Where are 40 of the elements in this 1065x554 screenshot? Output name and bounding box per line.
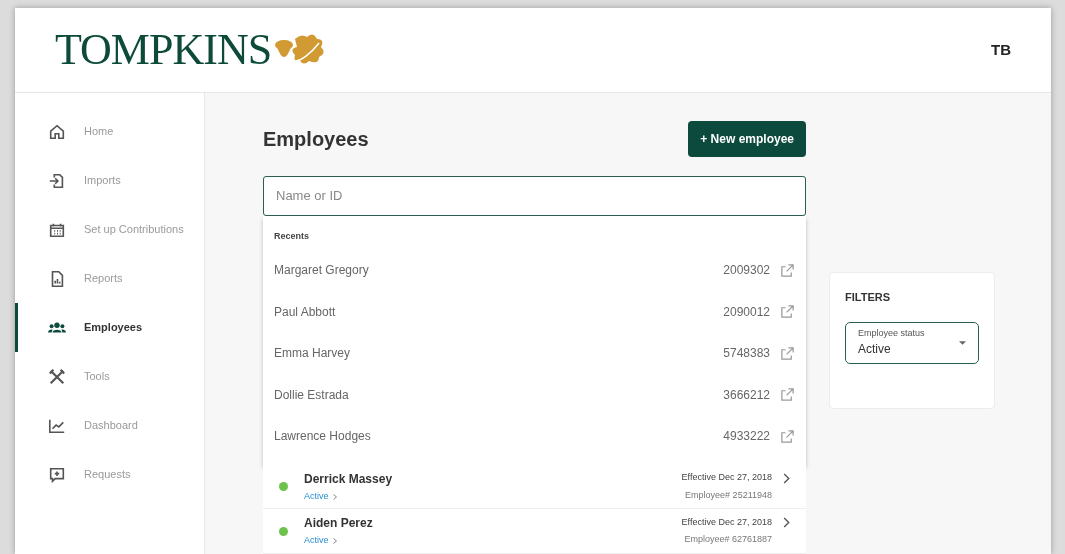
dropdown-caret-icon bbox=[959, 340, 966, 345]
user-initials[interactable]: TB bbox=[991, 38, 1011, 62]
home-icon bbox=[48, 122, 66, 141]
chevron-right-icon bbox=[332, 493, 337, 500]
recent-employee-name[interactable]: Margaret Gregory bbox=[274, 261, 724, 280]
logo-wordmark: TOMPKINS bbox=[55, 28, 272, 72]
employee-name[interactable]: Aiden Perez bbox=[304, 514, 682, 533]
employee-id: 2009302 bbox=[723, 262, 770, 280]
external-link-icon[interactable] bbox=[780, 387, 795, 403]
external-link-icon[interactable] bbox=[780, 262, 795, 278]
employee-id: 5748383 bbox=[723, 345, 770, 363]
status-link[interactable]: Active bbox=[304, 534, 329, 548]
status-link[interactable]: Active bbox=[304, 489, 329, 504]
recent-employee-name[interactable]: Paul Abbott bbox=[274, 302, 724, 321]
chevron-right-icon[interactable] bbox=[782, 517, 790, 529]
message-plus-icon bbox=[48, 465, 66, 484]
filters-title: FILTERS bbox=[845, 290, 891, 305]
recents-heading: Recents bbox=[273, 229, 310, 243]
recent-employee-name[interactable]: Dollie Estrada bbox=[274, 385, 724, 404]
employee-id: 2090012 bbox=[723, 303, 770, 321]
employee-name[interactable]: Derrick Massey bbox=[304, 469, 682, 488]
employee-status-select[interactable]: Employee status Active bbox=[845, 321, 979, 364]
import-icon bbox=[48, 171, 66, 190]
external-link-icon[interactable] bbox=[780, 428, 795, 444]
recent-employee-name[interactable]: Emma Harvey bbox=[274, 344, 724, 363]
employee-number: Employee# 62761887 bbox=[684, 533, 772, 547]
effective-date: Effective Dec 27, 2018 bbox=[681, 515, 772, 529]
page-title: Employees bbox=[263, 127, 369, 152]
recent-employee-name[interactable]: Lawrence Hodges bbox=[274, 427, 724, 446]
external-link-icon[interactable] bbox=[780, 304, 795, 320]
employee-id: 3666212 bbox=[723, 386, 770, 404]
chevron-right-icon[interactable] bbox=[782, 472, 790, 484]
employee-id: 4933222 bbox=[723, 428, 770, 446]
effective-date: Effective Dec 27, 2018 bbox=[681, 471, 772, 485]
new-employee-button[interactable]: + New employee bbox=[688, 121, 806, 157]
chevron-right-icon bbox=[332, 538, 337, 545]
search-field[interactable]: Name or ID bbox=[263, 176, 806, 216]
tools-icon bbox=[48, 367, 66, 386]
employee-number: Employee# 25211948 bbox=[685, 488, 772, 502]
external-link-icon[interactable] bbox=[780, 345, 795, 361]
